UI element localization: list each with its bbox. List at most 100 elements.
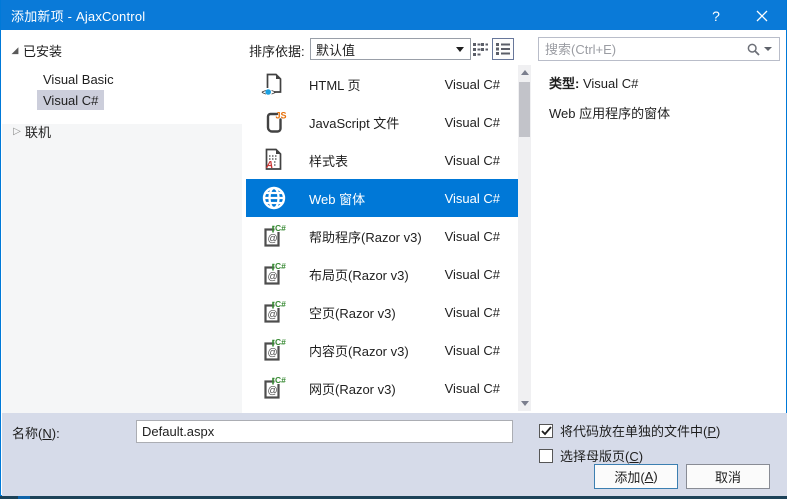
template-language: Visual C# (444, 190, 500, 206)
template-list-item[interactable]: < > HTML 页 Visual C# (246, 65, 518, 103)
details-pane: 类型: Visual C# Web 应用程序的窗体 (532, 65, 786, 411)
template-name: 网页(Razor v3) (309, 381, 396, 397)
search-input[interactable] (539, 40, 747, 58)
dialog-title: 添加新项 - AjaxControl (11, 8, 146, 24)
template-language: Visual C# (444, 152, 500, 168)
svg-text:A: A (265, 160, 273, 171)
checkbox-separate-file-label: 将代码放在单独的文件中(P) (560, 424, 721, 439)
title-bar[interactable]: 添加新项 - AjaxControl (1, 0, 786, 30)
help-button[interactable]: ? (693, 1, 739, 31)
sidebar-item-label: Visual Basic (43, 71, 114, 87)
svg-text:C#: C# (275, 299, 286, 309)
check-icon (540, 425, 552, 435)
template-name: Web 窗体 (309, 191, 366, 207)
template-icon: A (259, 145, 289, 175)
checkbox-separate-file[interactable]: 将代码放在单独的文件中(P) (539, 421, 720, 440)
search-options-chevron-icon[interactable] (764, 47, 772, 51)
help-icon: ? (712, 8, 720, 24)
template-name: 样式表 (309, 153, 349, 169)
template-language: Visual C# (444, 380, 500, 396)
template-name: 内容页(Razor v3) (309, 343, 409, 359)
template-list-item[interactable]: @ C# 网页(Razor v3) Visual C# (246, 369, 518, 407)
collapsed-arrow-icon: ▷ (13, 125, 21, 137)
template-description: Web 应用程序的窗体 (549, 106, 671, 121)
checkbox-icon[interactable] (539, 448, 553, 463)
expanded-arrow-icon: ◢ (11, 44, 19, 55)
template-name: 布局页(Razor v3) (309, 267, 409, 283)
svg-text:C#: C# (275, 375, 286, 385)
scrollbar-thumb[interactable] (519, 82, 530, 137)
template-language: Visual C# (444, 342, 500, 358)
checkbox-master-page[interactable]: 选择母版页(C) (539, 446, 643, 465)
template-icon (259, 183, 289, 213)
sort-by-label: 排序依据: (249, 44, 305, 59)
template-list-item[interactable]: @ C# 帮助程序(Razor v3) Visual C# (246, 217, 518, 255)
svg-text:@: @ (268, 386, 278, 397)
svg-text:>: > (271, 88, 276, 97)
template-list-item[interactable]: @ C# 空页(Razor v3) Visual C# (246, 293, 518, 331)
template-language: Visual C# (444, 304, 500, 320)
list-view-icon (496, 43, 510, 55)
template-list-item[interactable]: Web 窗体 Visual C# (246, 179, 518, 217)
template-name: 空页(Razor v3) (309, 305, 396, 321)
svg-text:@: @ (268, 348, 278, 359)
template-name: 帮助程序(Razor v3) (309, 229, 422, 245)
sort-by-value: 默认值 (316, 42, 356, 58)
template-icon: @ C# (259, 373, 289, 403)
svg-text:@: @ (268, 310, 278, 321)
template-icon: @ C# (259, 221, 289, 251)
list-view-button[interactable] (492, 38, 514, 60)
add-new-item-dialog: 添加新项 - AjaxControl ? ◢ 已安装 Visual Basic … (0, 0, 787, 496)
template-list-item[interactable]: JS JavaScript 文件 Visual C# (246, 103, 518, 141)
svg-text:@: @ (268, 272, 278, 283)
sidebar-item-visual-basic[interactable]: Visual Basic (37, 69, 120, 89)
checkbox-master-page-label: 选择母版页(C) (560, 449, 644, 464)
sidebar-item-visual-csharp[interactable]: Visual C# (37, 90, 105, 110)
sidebar-node-installed-label: 已安装 (23, 43, 63, 59)
name-input[interactable] (136, 420, 513, 443)
svg-text:C#: C# (275, 337, 286, 347)
name-label: 名称(N): (12, 426, 60, 441)
close-button[interactable] (739, 1, 785, 31)
add-button[interactable]: 添加(A) (594, 464, 678, 489)
checkbox-icon[interactable] (539, 423, 553, 438)
template-language: Visual C# (444, 114, 500, 130)
template-icon: @ C# (259, 335, 289, 365)
template-language: Visual C# (444, 76, 500, 92)
template-icon: @ C# (259, 297, 289, 327)
small-icons-view-button[interactable] (471, 40, 490, 59)
scroll-up-icon[interactable] (518, 66, 531, 79)
search-icon[interactable] (747, 43, 760, 56)
template-name: HTML 页 (309, 77, 361, 93)
template-name: JavaScript 文件 (309, 115, 400, 131)
sidebar-node-installed[interactable]: ◢ 已安装 (7, 39, 62, 61)
template-list-item[interactable]: A 样式表 Visual C# (246, 141, 518, 179)
template-type: 类型: Visual C# (549, 73, 638, 92)
template-language: Visual C# (444, 228, 500, 244)
svg-text:@: @ (268, 234, 278, 245)
chevron-down-icon (456, 46, 464, 52)
sidebar-node-online-label: 联机 (25, 124, 52, 140)
screen: 添加新项 - AjaxControl ? ◢ 已安装 Visual Basic … (0, 0, 787, 499)
template-language: Visual C# (444, 266, 500, 282)
sort-by-dropdown[interactable]: 默认值 (310, 38, 471, 60)
type-value: Visual C# (582, 76, 639, 91)
template-list-item[interactable]: @ C# 内容页(Razor v3) Visual C# (246, 331, 518, 369)
sidebar-background-lower (2, 124, 242, 413)
svg-text:C#: C# (275, 223, 286, 233)
template-icon: < > (259, 69, 289, 99)
scroll-down-icon[interactable] (518, 397, 531, 410)
search-box (538, 37, 780, 61)
sidebar-item-label: Visual C# (43, 92, 99, 108)
svg-text:JS: JS (276, 110, 287, 120)
svg-text:C#: C# (275, 261, 286, 271)
template-icon: @ C# (259, 259, 289, 289)
small-icons-view-icon (473, 43, 488, 56)
sidebar-node-online[interactable]: ▷ 联机 (9, 120, 51, 142)
footer-panel: 名称(N): 将代码放在单独的文件中(P) (2, 413, 787, 496)
close-icon (756, 10, 768, 22)
cancel-button[interactable]: 取消 (686, 464, 770, 489)
list-scrollbar[interactable] (518, 65, 531, 411)
template-list-item[interactable]: @ C# 布局页(Razor v3) Visual C# (246, 255, 518, 293)
type-label: 类型: (549, 76, 580, 91)
